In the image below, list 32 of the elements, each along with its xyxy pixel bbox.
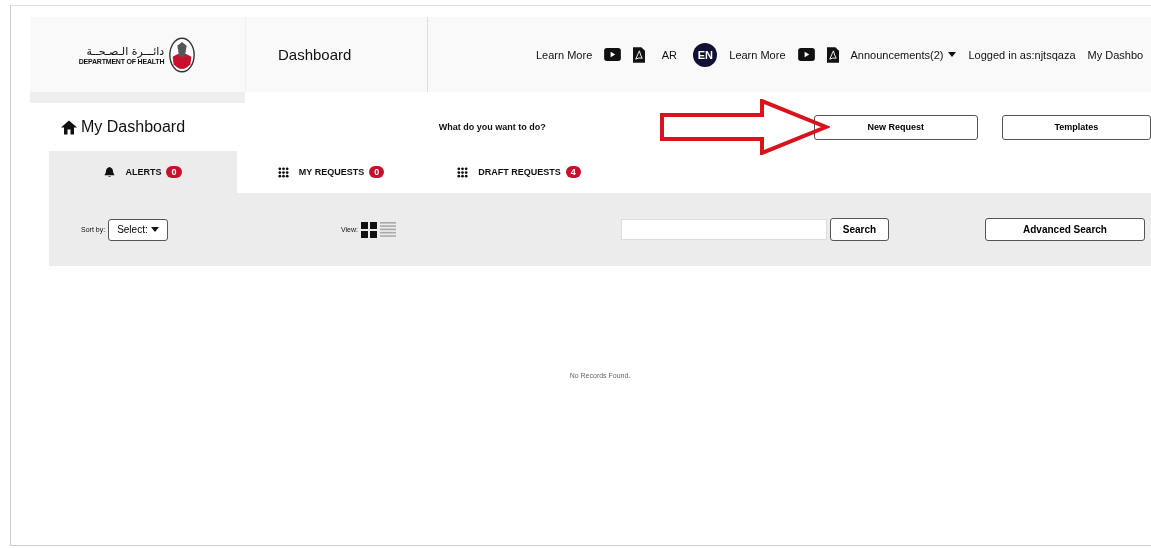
grid-view-icon[interactable] [361, 221, 377, 238]
caret-icon [150, 227, 159, 232]
announcements-dropdown[interactable]: Announcements(2) [850, 48, 957, 61]
video-icon[interactable] [797, 48, 815, 61]
logo-arabic-text: دائـــرة الـصـحــة [86, 44, 165, 58]
tab[interactable]: MY REQUESTS 0 [237, 151, 425, 193]
tab[interactable]: DRAFT REQUESTS 4 [425, 151, 613, 193]
sort-dropdown[interactable]: Select: [108, 218, 168, 241]
dot-grid-icon [457, 166, 469, 178]
caret-icon [948, 52, 957, 57]
advanced-search-button[interactable]: Advanced Search [985, 218, 1145, 241]
page-heading: Dashboard [278, 46, 352, 63]
learn-more-link[interactable]: My Dashbo [1087, 48, 1144, 61]
pdf-icon[interactable] [633, 46, 646, 63]
learn-more-link[interactable]: Learn More [729, 48, 786, 61]
video-icon[interactable] [604, 48, 622, 61]
language-toggle[interactable]: EN [693, 42, 718, 67]
templates-button[interactable]: Templates [1001, 114, 1151, 140]
pdf-icon[interactable] [826, 46, 839, 63]
language-toggle[interactable]: AR [657, 42, 682, 67]
search-field[interactable] [621, 219, 827, 240]
search-button[interactable]: Search [830, 218, 889, 241]
learn-more-link[interactable]: Learn More [536, 48, 593, 61]
dot-grid-icon [277, 166, 289, 178]
tab[interactable]: ALERTS 0 [49, 151, 237, 193]
emblem-icon [168, 35, 197, 74]
logged-in-user: Logged in as:njtsqaza [968, 48, 1076, 61]
prompt-text: What do you want to do? [438, 122, 547, 132]
bell-icon [104, 166, 116, 178]
home-icon [61, 119, 77, 135]
dashboard-title: My Dashboard [81, 118, 186, 136]
new-request-button[interactable]: New Request [813, 114, 978, 140]
